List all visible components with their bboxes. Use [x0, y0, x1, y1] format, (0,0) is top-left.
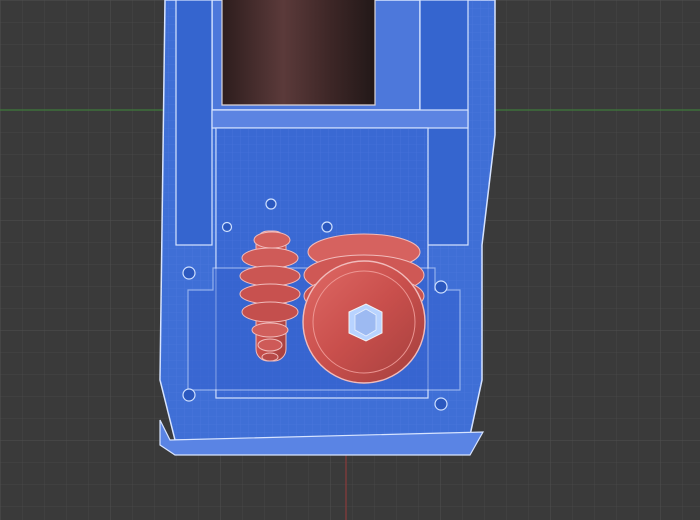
bore-cylinder — [222, 0, 375, 105]
left-rail — [175, 0, 213, 246]
divider-wall — [211, 109, 469, 129]
housing-model[interactable] — [159, 0, 496, 456]
viewport-canvas[interactable] — [0, 0, 700, 520]
cad-viewport[interactable] — [0, 0, 700, 520]
large-gear[interactable] — [302, 233, 426, 384]
